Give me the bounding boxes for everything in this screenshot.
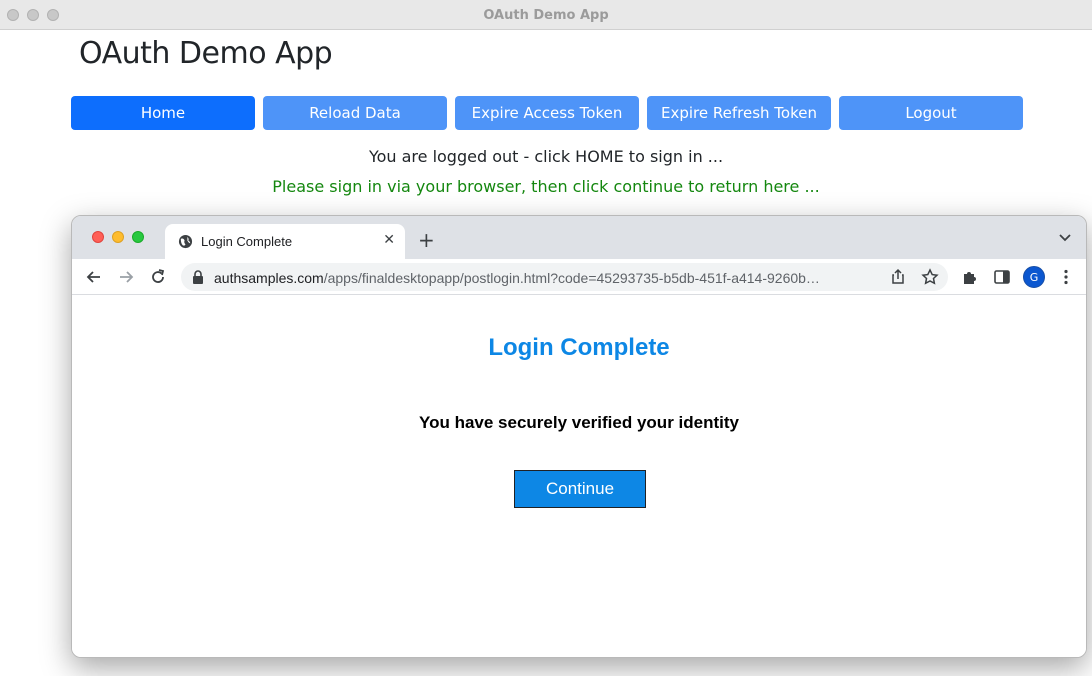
logout-button[interactable]: Logout [839,96,1023,130]
lock-icon[interactable] [192,270,204,284]
reload-icon[interactable] [148,267,168,287]
chevron-down-icon[interactable] [1058,230,1072,244]
logged-out-status: You are logged out - click HOME to sign … [368,147,724,166]
continue-button[interactable]: Continue [514,470,646,508]
forward-arrow-icon[interactable] [116,267,136,287]
app-titlebar: OAuth Demo App [0,0,1092,30]
tab-title: Login Complete [201,234,293,249]
browser-page-content: Login Complete You have securely verifie… [72,295,1086,657]
browser-tabstrip: Login Complete ✕ + [72,216,1086,259]
browser-window: Login Complete ✕ + authsamples.com/apps/… [71,215,1087,658]
new-tab-icon[interactable]: + [418,228,435,252]
browser-minimize-button[interactable] [112,231,124,243]
close-tab-icon[interactable]: ✕ [383,232,395,248]
expire-refresh-token-button[interactable]: Expire Refresh Token [647,96,831,130]
side-panel-icon[interactable] [992,267,1012,287]
profile-avatar[interactable]: G [1023,266,1045,288]
address-bar[interactable]: authsamples.com/apps/finaldesktopapp/pos… [181,263,948,291]
url-host: authsamples.com [214,270,324,286]
browser-toolbar: authsamples.com/apps/finaldesktopapp/pos… [72,259,1086,295]
home-button[interactable]: Home [71,96,255,130]
reload-data-button[interactable]: Reload Data [263,96,447,130]
browser-close-button[interactable] [92,231,104,243]
window-title: OAuth Demo App [483,8,609,23]
more-options-icon[interactable] [1056,267,1076,287]
app-heading: OAuth Demo App [79,36,333,71]
browser-window-controls [92,231,144,243]
identity-verified-message: You have securely verified your identity [419,413,739,432]
app-button-row: Home Reload Data Expire Access Token Exp… [71,96,1023,130]
url-text[interactable]: authsamples.com/apps/finaldesktopapp/pos… [214,270,874,286]
oauth-demo-app-window: OAuth Demo App OAuth Demo App Home Reloa… [0,0,1092,676]
url-path: /apps/finaldesktopapp/postlogin.html?cod… [323,270,820,286]
extensions-puzzle-icon[interactable] [960,267,980,287]
login-complete-title: Login Complete [488,334,670,361]
expire-access-token-button[interactable]: Expire Access Token [455,96,639,130]
share-icon[interactable] [888,267,908,287]
browser-zoom-button[interactable] [132,231,144,243]
browser-tab[interactable]: Login Complete ✕ [165,224,405,259]
bookmark-star-icon[interactable] [920,267,940,287]
sign-in-instruction: Please sign in via your browser, then cl… [272,177,820,196]
globe-icon [178,234,193,249]
back-arrow-icon[interactable] [84,267,104,287]
